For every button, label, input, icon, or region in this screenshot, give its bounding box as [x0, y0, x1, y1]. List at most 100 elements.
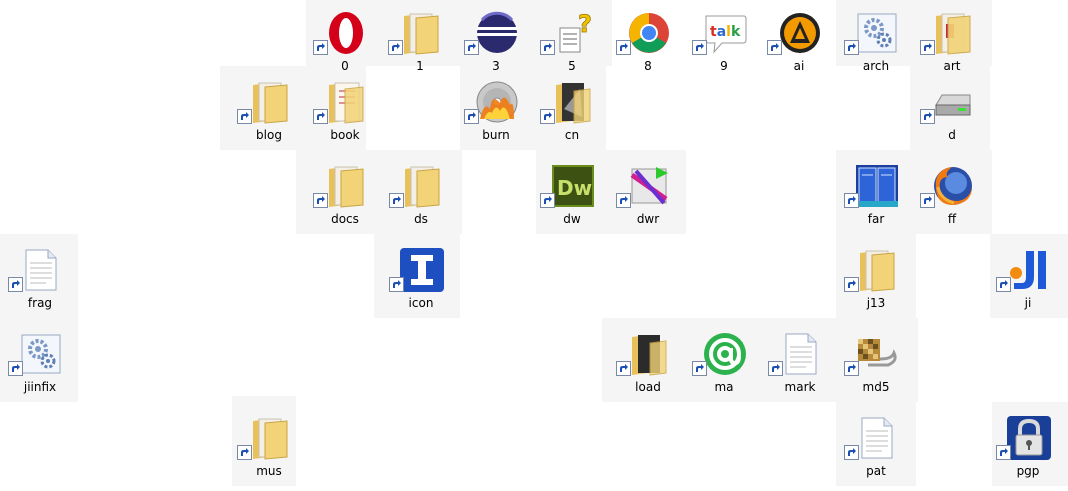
- icon-label: ai: [793, 59, 805, 73]
- talk-icon: talk: [702, 10, 748, 56]
- shortcut-arrow-icon: [616, 193, 631, 208]
- shortcut-arrow-icon: [237, 445, 252, 460]
- icon-label: 8: [644, 59, 652, 73]
- shortcut-arrow-icon: [996, 277, 1011, 292]
- icon-label: blog: [256, 128, 282, 142]
- icon-label: dwr: [636, 212, 660, 226]
- desktop-icon-ai[interactable]: ai: [761, 4, 837, 80]
- folder-icon: [398, 10, 444, 56]
- desktop-icon-cn[interactable]: cn: [534, 73, 610, 149]
- text-doc-icon: [18, 247, 64, 293]
- desktop-icon-ff[interactable]: ff: [914, 157, 990, 233]
- desktop-icon-load[interactable]: load: [610, 325, 686, 401]
- icon-label: jiinfix: [23, 380, 57, 394]
- dreamweaver-icon: Dw: [550, 163, 596, 209]
- folder-icon: [247, 79, 293, 125]
- desktop-icon-0[interactable]: 0: [307, 4, 383, 80]
- shortcut-arrow-icon: [464, 109, 479, 124]
- shortcut-arrow-icon: [844, 40, 859, 55]
- gear-doc-icon: [854, 10, 900, 56]
- desktop-icon-pgp[interactable]: pgp: [990, 409, 1066, 485]
- icon-label: ji: [1024, 296, 1032, 310]
- desktop-icon-mark[interactable]: mark: [762, 325, 838, 401]
- desktop-icon-pat[interactable]: pat: [838, 409, 914, 485]
- icon-label: icon: [408, 296, 434, 310]
- desktop-icon-d[interactable]: d: [914, 73, 990, 149]
- icon-label: ma: [714, 380, 734, 394]
- folder-icon: [399, 163, 445, 209]
- folder-icon: [930, 10, 976, 56]
- desktop-icon-icon[interactable]: icon: [383, 241, 459, 317]
- folder-icon: [626, 331, 672, 377]
- shortcut-arrow-icon: [768, 361, 783, 376]
- desktop-icon-5[interactable]: ? 5: [534, 4, 610, 80]
- icon-label: book: [330, 128, 360, 142]
- desktop-icon-8[interactable]: 8: [610, 4, 686, 80]
- icon-label: j13: [866, 296, 886, 310]
- icon-label: md5: [862, 380, 890, 394]
- firefox-icon: [930, 163, 976, 209]
- desktop-icon-blog[interactable]: blog: [231, 73, 307, 149]
- desktop-icon-md5[interactable]: md5: [838, 325, 914, 401]
- desktop-icon-docs[interactable]: docs: [307, 157, 383, 233]
- desktop-icon-arch[interactable]: arch: [838, 4, 914, 80]
- shortcut-arrow-icon: [237, 109, 252, 124]
- shortcut-arrow-icon: [8, 361, 23, 376]
- mail-at-icon: [702, 331, 748, 377]
- far-manager-icon: [854, 163, 900, 209]
- icon-label: 9: [720, 59, 728, 73]
- shortcut-arrow-icon: [692, 361, 707, 376]
- shortcut-arrow-icon: [692, 40, 707, 55]
- shortcut-arrow-icon: [844, 445, 859, 460]
- shortcut-arrow-icon: [389, 277, 404, 292]
- desktop-icon-book[interactable]: book: [307, 73, 383, 149]
- shortcut-arrow-icon: [920, 40, 935, 55]
- desktop-icon-ji[interactable]: ji: [990, 241, 1066, 317]
- icon-label: dw: [563, 212, 581, 226]
- desktop-icon-1[interactable]: 1: [382, 4, 458, 80]
- shortcut-arrow-icon: [540, 40, 555, 55]
- icon-label: load: [635, 380, 661, 394]
- text-doc-icon: [778, 331, 824, 377]
- drive-icon: [930, 79, 976, 125]
- shortcut-arrow-icon: [920, 193, 935, 208]
- desktop-icon-burn[interactable]: burn: [458, 73, 534, 149]
- shortcut-arrow-icon: [8, 277, 23, 292]
- eclipse-icon: [474, 10, 520, 56]
- dwr-icon: [626, 163, 672, 209]
- shortcut-arrow-icon: [540, 109, 555, 124]
- desktop-icon-mus[interactable]: mus: [231, 409, 307, 485]
- icon-label: pgp: [1016, 464, 1040, 478]
- svg-text:talk: talk: [710, 24, 741, 40]
- desktop-icon-dw[interactable]: Dw dw: [534, 157, 610, 233]
- desktop-icon-jiinfix[interactable]: jiinfix: [2, 325, 78, 401]
- icon-label: ff: [947, 212, 957, 226]
- text-doc-icon: [854, 415, 900, 461]
- desktop-icon-art[interactable]: art: [914, 4, 990, 80]
- desktop-icon-ds[interactable]: ds: [383, 157, 459, 233]
- md5-icon: [854, 331, 900, 377]
- desktop-icon-dwr[interactable]: dwr: [610, 157, 686, 233]
- shortcut-arrow-icon: [844, 361, 859, 376]
- desktop-icon-frag[interactable]: frag: [2, 241, 78, 317]
- desktop-icon-ma[interactable]: ma: [686, 325, 762, 401]
- icon-label: mark: [784, 380, 816, 394]
- icon-label: art: [943, 59, 961, 73]
- shortcut-arrow-icon: [313, 40, 328, 55]
- opera-icon: [323, 10, 369, 56]
- shortcut-arrow-icon: [464, 40, 479, 55]
- icon-label: pat: [866, 464, 886, 478]
- icon-label: 3: [492, 59, 500, 73]
- aimp-icon: [777, 10, 823, 56]
- folder-icon: [854, 247, 900, 293]
- desktop-icon-j13[interactable]: j13: [838, 241, 914, 317]
- text-cursor-icon: [399, 247, 445, 293]
- desktop-icon-far[interactable]: far: [838, 157, 914, 233]
- gear-doc-icon: [18, 331, 64, 377]
- svg-text:Dw: Dw: [557, 176, 592, 200]
- desktop-icon-9[interactable]: talk 9: [686, 4, 762, 80]
- folder-icon: [323, 163, 369, 209]
- desktop-icon-3[interactable]: 3: [458, 4, 534, 80]
- help-doc-icon: ?: [550, 10, 596, 56]
- ji-icon: [1006, 247, 1052, 293]
